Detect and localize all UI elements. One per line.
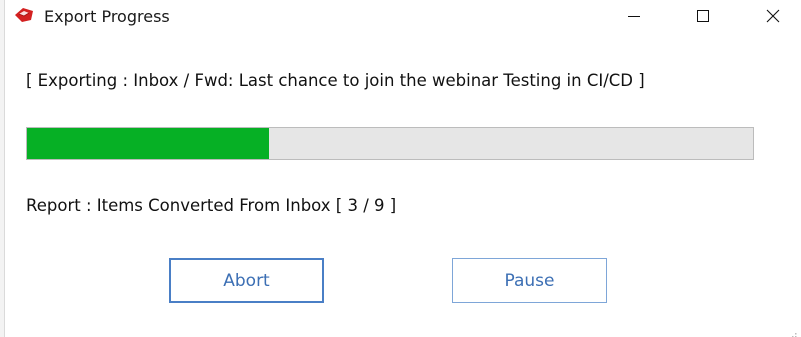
maximize-button[interactable] [680, 0, 726, 32]
report-text: Report : Items Converted From Inbox [ 3 … [26, 196, 397, 215]
pause-button[interactable]: Pause [452, 258, 607, 303]
export-progress-bar [26, 127, 754, 160]
title-bar[interactable]: Export Progress [0, 0, 801, 33]
abort-button[interactable]: Abort [169, 258, 324, 303]
minimize-button[interactable] [611, 0, 657, 32]
minimize-icon [628, 15, 640, 17]
window-left-edge [0, 0, 5, 337]
maximize-icon [697, 10, 709, 22]
close-button[interactable] [750, 0, 796, 32]
red-envelope-icon [13, 6, 35, 24]
resize-grip-icon[interactable] [787, 323, 797, 337]
export-progress-window: Export Progress [ Exporting : Inbox / Fw… [0, 0, 801, 337]
window-title: Export Progress [44, 7, 170, 26]
progress-bar-fill [27, 128, 269, 159]
close-icon [766, 9, 780, 23]
exporting-status-text: [ Exporting : Inbox / Fwd: Last chance t… [26, 71, 645, 90]
